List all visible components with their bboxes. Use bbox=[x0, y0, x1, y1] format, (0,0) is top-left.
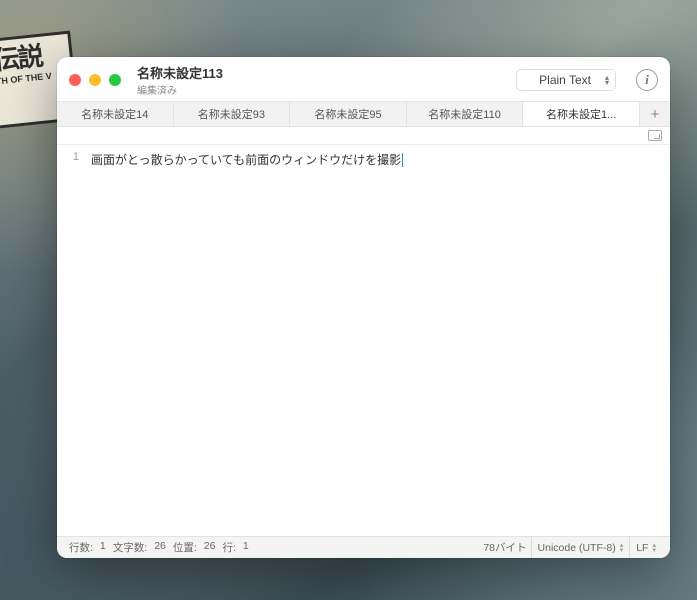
document-subtitle: 編集済み bbox=[137, 82, 223, 97]
plus-icon: + bbox=[651, 106, 660, 123]
tab-label: 名称未設定1... bbox=[546, 106, 616, 122]
tab-label: 名称未設定95 bbox=[314, 106, 381, 122]
zoom-icon[interactable] bbox=[109, 74, 121, 86]
encoding-select[interactable]: Unicode (UTF-8) ▴▾ bbox=[531, 537, 630, 559]
format-label: Plain Text bbox=[539, 73, 591, 87]
status-right: 78バイト Unicode (UTF-8) ▴▾ LF ▴▾ bbox=[479, 537, 662, 559]
editor-area: 1 画面がとっ散らかっていても前面のウィンドウだけを撮影 bbox=[57, 145, 670, 536]
tab-label: 名称未設定110 bbox=[428, 106, 501, 122]
chevron-up-down-icon: ▴▾ bbox=[620, 543, 624, 553]
chevron-up-down-icon: ▴▾ bbox=[652, 543, 656, 553]
info-icon: i bbox=[645, 72, 649, 88]
status-row-value: 1 bbox=[243, 540, 249, 555]
tab-document-4[interactable]: 名称未設定110 bbox=[407, 102, 524, 126]
minimize-icon[interactable] bbox=[89, 74, 101, 86]
encoding-label: Unicode (UTF-8) bbox=[538, 542, 616, 554]
line-text: 画面がとっ散らかっていても前面のウィンドウだけを撮影 bbox=[91, 153, 401, 167]
text-line: 画面がとっ散らかっていても前面のウィンドウだけを撮影 bbox=[91, 151, 403, 168]
line-gutter: 1 bbox=[57, 145, 87, 536]
status-pos-value: 26 bbox=[204, 540, 216, 555]
line-ending-label: LF bbox=[636, 542, 648, 554]
status-bar: 行数: 1 文字数: 26 位置: 26 行: 1 78バイト Unicode … bbox=[57, 536, 670, 558]
format-select[interactable]: Plain Text ▴▾ bbox=[516, 69, 616, 91]
info-button[interactable]: i bbox=[636, 69, 658, 91]
banner-title: 伝説 bbox=[0, 41, 43, 76]
line-ending-select[interactable]: LF ▴▾ bbox=[629, 537, 662, 559]
add-tab-button[interactable]: + bbox=[640, 102, 670, 126]
tab-document-5[interactable]: 名称未設定1... bbox=[523, 102, 640, 126]
status-lines-value: 1 bbox=[100, 540, 106, 555]
editor-window: 名称未設定113 編集済み Plain Text ▴▾ i 名称未設定14 名称… bbox=[57, 57, 670, 558]
tab-document-1[interactable]: 名称未設定14 bbox=[57, 102, 174, 126]
sub-toolbar bbox=[57, 127, 670, 145]
tab-label: 名称未設定93 bbox=[198, 106, 265, 122]
close-icon[interactable] bbox=[69, 74, 81, 86]
gutter-line-number: 1 bbox=[57, 151, 79, 163]
tab-bar: 名称未設定14 名称未設定93 名称未設定95 名称未設定110 名称未設定1.… bbox=[57, 101, 670, 127]
title-text: 名称未設定113 編集済み bbox=[137, 63, 223, 97]
tab-document-2[interactable]: 名称未設定93 bbox=[174, 102, 291, 126]
text-cursor bbox=[402, 153, 403, 167]
chevron-up-down-icon: ▴▾ bbox=[605, 75, 609, 85]
status-lines-label: 行数: bbox=[65, 540, 97, 555]
tab-label: 名称未設定14 bbox=[81, 106, 148, 122]
status-row-label: 行: bbox=[218, 540, 239, 555]
titlebar[interactable]: 名称未設定113 編集済み Plain Text ▴▾ i bbox=[57, 57, 670, 101]
status-left: 行数: 1 文字数: 26 位置: 26 行: 1 bbox=[65, 540, 249, 555]
tab-document-3[interactable]: 名称未設定95 bbox=[290, 102, 407, 126]
status-chars-value: 26 bbox=[154, 540, 166, 555]
status-bytes: 78バイト bbox=[479, 540, 530, 555]
window-controls bbox=[69, 74, 121, 86]
document-title: 名称未設定113 bbox=[137, 63, 223, 82]
status-pos-label: 位置: bbox=[169, 540, 201, 555]
text-content[interactable]: 画面がとっ散らかっていても前面のウィンドウだけを撮影 bbox=[87, 145, 403, 536]
panel-icon[interactable] bbox=[648, 130, 662, 141]
status-chars-label: 文字数: bbox=[109, 540, 151, 555]
